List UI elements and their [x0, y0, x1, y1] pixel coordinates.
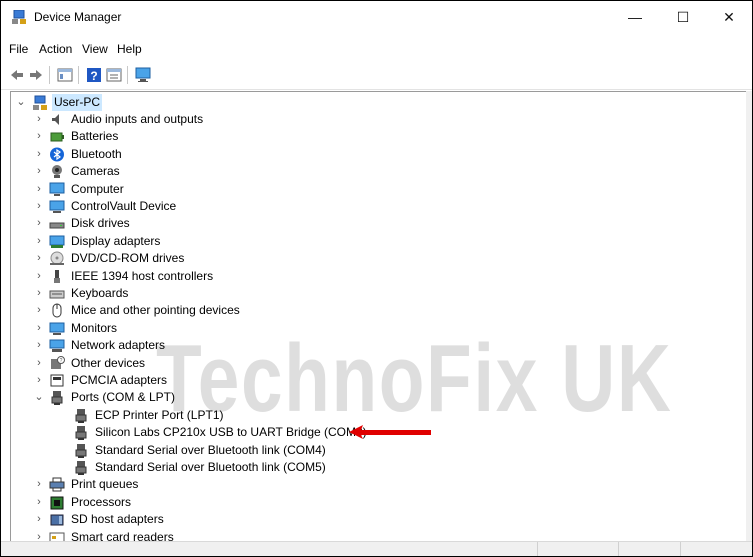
chevron-right-icon[interactable]: › — [33, 198, 45, 215]
chevron-right-icon[interactable]: › — [33, 372, 45, 389]
category-label: Mice and other pointing devices — [71, 303, 240, 318]
menu-file[interactable]: File — [9, 42, 28, 56]
status-bar — [1, 541, 752, 556]
category-label: Bluetooth — [71, 146, 122, 161]
category-label: Monitors — [71, 320, 118, 335]
toolbar: ? — [1, 61, 752, 90]
port-icon — [75, 461, 87, 475]
chevron-right-icon[interactable]: › — [33, 320, 45, 337]
svg-text:?: ? — [60, 358, 63, 364]
category-label: Cameras — [71, 164, 120, 179]
device-manager-icon — [12, 10, 26, 24]
chevron-right-icon[interactable]: › — [33, 146, 45, 163]
chevron-right-icon[interactable]: › — [33, 511, 45, 528]
menu-view[interactable]: View — [82, 42, 108, 56]
watermark: TechnoFix UK — [156, 325, 673, 432]
chevron-right-icon[interactable]: › — [33, 111, 45, 128]
port-icon — [51, 391, 63, 406]
red-arrow-annotation — [349, 425, 431, 439]
device-label: Standard Serial over Bluetooth link (COM… — [95, 442, 326, 457]
category-label: Processors — [71, 494, 132, 509]
pcmcia-icon — [50, 374, 64, 387]
show-hide-console-tree-icon[interactable] — [57, 67, 73, 83]
processor-icon — [50, 496, 64, 510]
firewire-icon — [54, 269, 60, 283]
chevron-right-icon[interactable]: › — [33, 302, 45, 319]
keyboard-icon — [49, 290, 65, 299]
chevron-right-icon[interactable]: › — [33, 476, 45, 493]
category-label: Computer — [71, 181, 124, 196]
category-label: Disk drives — [71, 216, 130, 231]
category-label: ControlVault Device — [71, 199, 177, 213]
chevron-right-icon[interactable]: › — [33, 285, 45, 302]
category-label: Network adapters — [71, 338, 166, 353]
category-label: PCMCIA adapters — [71, 373, 168, 387]
chevron-right-icon[interactable]: › — [33, 181, 45, 198]
chevron-right-icon[interactable]: › — [33, 494, 45, 511]
close-button[interactable]: ✕ — [706, 1, 752, 33]
category-label: Audio inputs and outputs — [71, 112, 204, 126]
category-label: Keyboards — [71, 286, 129, 300]
chevron-right-icon[interactable]: › — [33, 355, 45, 372]
monitor-icon — [49, 322, 65, 335]
back-arrow-icon[interactable] — [9, 67, 25, 83]
forward-arrow-icon[interactable] — [28, 67, 44, 83]
device-label: Standard Serial over Bluetooth link (COM… — [95, 460, 326, 474]
minimize-button[interactable]: — — [612, 1, 658, 33]
category-label: Display adapters — [71, 233, 161, 248]
maximize-button[interactable]: ☐ — [660, 1, 706, 33]
dvd-icon — [50, 251, 64, 266]
help-icon[interactable]: ? — [86, 67, 102, 83]
menu-bar: File Action View Help — [1, 39, 752, 59]
display-adapter-icon — [49, 235, 65, 248]
category-label: DVD/CD-ROM drives — [71, 251, 185, 266]
chevron-right-icon[interactable]: › — [33, 163, 45, 180]
disk-drive-icon — [49, 222, 65, 229]
monitor-icon — [49, 200, 65, 213]
title-bar[interactable]: Device Manager — ☐ ✕ — [1, 1, 752, 33]
chevron-right-icon[interactable]: › — [33, 128, 45, 145]
battery-icon — [50, 132, 64, 142]
device-tree[interactable]: TechnoFix UK ⌄ User-PC › Audio inputs and… — [10, 91, 751, 543]
unknown-device-icon: ? — [51, 355, 65, 369]
speaker-icon — [52, 114, 59, 125]
chevron-right-icon[interactable]: › — [33, 233, 45, 250]
chevron-down-icon[interactable]: ⌄ — [15, 94, 27, 111]
device-label: Silicon Labs CP210x USB to UART Bridge (… — [95, 425, 367, 440]
device-manager-window: Device Manager — ☐ ✕ File Action View He… — [0, 0, 753, 557]
mouse-icon — [52, 303, 62, 318]
camera-icon — [52, 165, 62, 179]
chevron-down-icon[interactable]: ⌄ — [33, 389, 45, 406]
sd-icon — [50, 514, 64, 526]
properties-icon[interactable] — [106, 67, 122, 83]
chevron-right-icon[interactable]: › — [33, 268, 45, 285]
port-icon — [75, 443, 87, 458]
device-label: ECP Printer Port (LPT1) — [95, 407, 224, 422]
port-icon — [75, 426, 87, 441]
chevron-right-icon[interactable]: › — [33, 215, 45, 232]
menu-action[interactable]: Action — [39, 42, 72, 56]
computer-icon — [33, 95, 47, 110]
tree-root-label[interactable]: User-PC — [52, 94, 103, 111]
category-label: Other devices — [71, 355, 146, 370]
port-icon — [75, 408, 87, 423]
chevron-right-icon[interactable]: › — [33, 337, 45, 354]
scan-hardware-icon[interactable] — [135, 67, 151, 83]
category-label: Print queues — [71, 477, 139, 492]
network-icon — [49, 339, 65, 353]
category-label: Ports (COM & LPT) — [71, 390, 176, 405]
category-label: SD host adapters — [71, 512, 164, 527]
category-label: Batteries — [71, 129, 119, 144]
vertical-scrollbar[interactable] — [746, 91, 752, 541]
svg-text:?: ? — [90, 69, 97, 83]
printer-icon — [49, 477, 65, 492]
window-title: Device Manager — [34, 10, 122, 24]
category-label: IEEE 1394 host controllers — [71, 268, 214, 283]
chevron-right-icon[interactable]: › — [33, 250, 45, 267]
computer-icon — [49, 182, 65, 196]
menu-help[interactable]: Help — [117, 42, 142, 56]
bluetooth-icon — [50, 147, 64, 162]
